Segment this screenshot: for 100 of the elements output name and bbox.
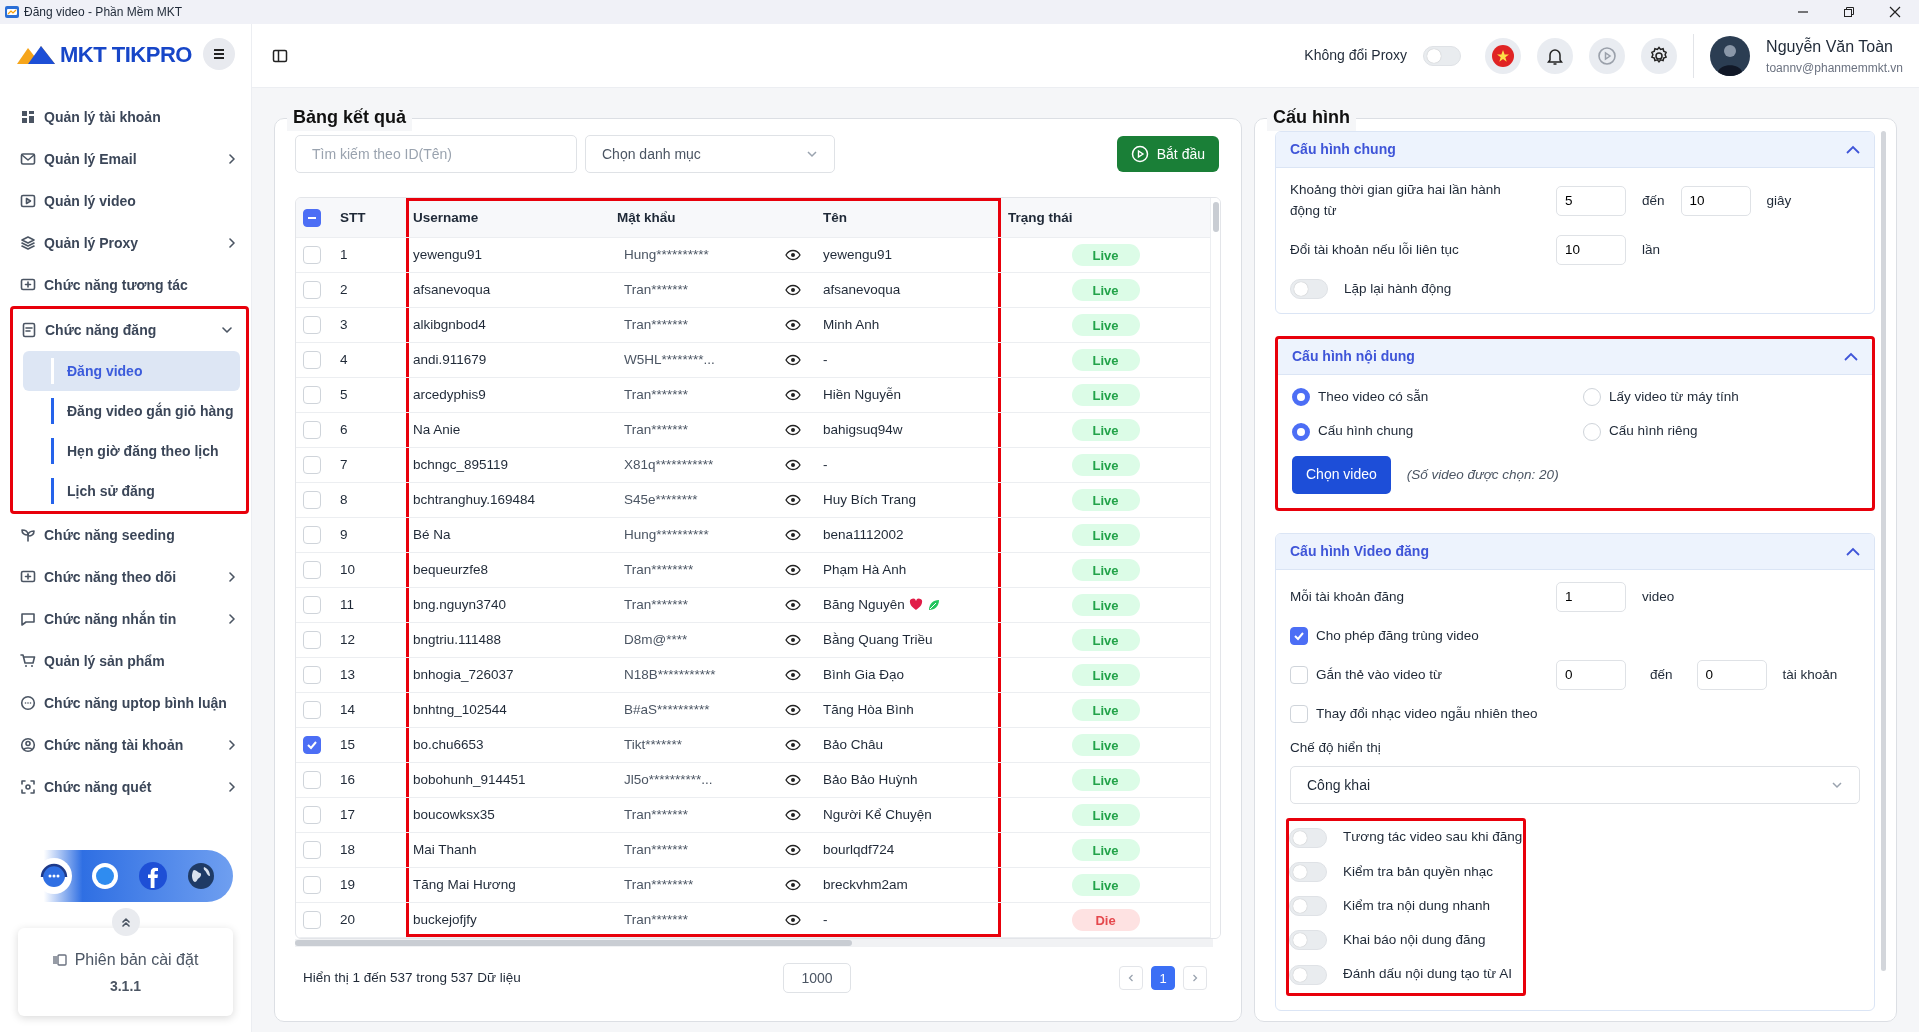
sidebar-item[interactable]: Chức năng tương tác <box>0 264 251 306</box>
eye-icon[interactable] <box>785 879 801 892</box>
eye-icon[interactable] <box>785 844 801 857</box>
toggle-switch[interactable] <box>1289 896 1327 916</box>
play-button[interactable] <box>1589 37 1626 74</box>
toggle-switch[interactable] <box>1290 279 1328 299</box>
eye-icon[interactable] <box>785 249 801 262</box>
accordion-header[interactable]: Cấu hình Video đăng <box>1276 533 1874 570</box>
status-badge: Live <box>1071 384 1140 407</box>
sidebar-item[interactable]: Chức năng đăng <box>13 309 246 351</box>
sidebar-item[interactable]: Quản lý video <box>0 180 251 222</box>
status-badge: Live <box>1071 734 1140 757</box>
status-badge: Live <box>1071 839 1140 862</box>
table-cell-text: Bảo Châu <box>823 736 884 755</box>
choose-video-button[interactable]: Chọn video <box>1292 455 1391 494</box>
category-select[interactable]: Chọn danh mục <box>585 135 835 174</box>
check-icon <box>306 739 318 752</box>
status-badge: Die <box>1071 909 1140 932</box>
radio-button[interactable] <box>1292 422 1310 441</box>
eye-icon[interactable] <box>785 284 801 297</box>
toggle-switch[interactable] <box>1289 861 1327 882</box>
submenu-item[interactable]: Lịch sử đăng <box>23 471 240 511</box>
chevron-left-icon <box>1127 974 1135 983</box>
menu-button[interactable] <box>203 38 235 70</box>
number-field[interactable]: 5 <box>1556 185 1626 216</box>
eye-icon[interactable] <box>785 319 801 332</box>
sidebar-item[interactable]: Quản lý Email <box>0 138 251 180</box>
table-cell-text: bourlqdf724 <box>823 841 895 860</box>
version-number: 3.1.1 <box>109 976 142 996</box>
eye-icon[interactable] <box>785 704 801 717</box>
sidebar-item[interactable]: Chức năng quét <box>0 766 251 808</box>
visibility-select[interactable]: Công khai <box>1290 766 1860 805</box>
number-field[interactable]: 10 <box>1680 185 1751 216</box>
submenu-item[interactable]: Đăng video <box>23 351 240 391</box>
number-field[interactable]: 0 <box>1556 659 1626 690</box>
flag-button[interactable] <box>1485 37 1522 74</box>
eye-icon[interactable] <box>785 564 801 577</box>
radio-label: Cấu hình chung <box>1318 422 1414 441</box>
checkbox[interactable] <box>1290 626 1308 645</box>
sidebar-item[interactable]: Quản lý sản phẩm <box>0 640 251 682</box>
password-text: W5HL********... <box>624 351 716 370</box>
panel-title: Bảng kết quả <box>287 106 413 132</box>
eye-icon[interactable] <box>785 424 801 437</box>
collapse-button[interactable] <box>111 908 140 936</box>
select-all-checkbox[interactable] <box>303 208 321 227</box>
eye-icon[interactable] <box>785 389 801 402</box>
page-button[interactable]: 1 <box>1151 966 1175 991</box>
eye-icon[interactable] <box>785 529 801 542</box>
checkbox-label: Thay đổi nhạc video ngẫu nhiên theo <box>1316 704 1538 723</box>
status-badge: Live <box>1071 769 1140 792</box>
accordion-header[interactable]: Cấu hình chung <box>1276 132 1874 169</box>
submenu-item[interactable]: Đăng video gắn giỏ hàng <box>23 391 240 431</box>
bell-button[interactable] <box>1537 37 1574 74</box>
table-cell: bnhtng_102544 <box>406 693 610 729</box>
sidebar-item[interactable]: Quản lý Proxy <box>0 222 251 264</box>
eye-icon[interactable] <box>785 669 801 682</box>
number-field[interactable]: 0 <box>1696 659 1767 690</box>
toggle-switch[interactable] <box>1289 964 1327 985</box>
eye-icon[interactable] <box>785 739 801 752</box>
radio-button[interactable] <box>1292 388 1310 407</box>
page-size-field[interactable]: 1000 <box>783 963 851 994</box>
status-badge: Live <box>1071 454 1140 477</box>
sidebar-item[interactable]: Chức năng uptop bình luận <box>0 682 251 724</box>
sidebar-item[interactable]: Chức năng theo dõi <box>0 556 251 598</box>
sidebar-item[interactable]: Chức năng nhắn tin <box>0 598 251 640</box>
column-header: Tên <box>816 198 1001 239</box>
number-field[interactable]: 10 <box>1556 234 1626 265</box>
eye-icon[interactable] <box>785 459 801 472</box>
checkbox-label: Gắn thẻ vào video từ <box>1316 665 1443 684</box>
sidebar-item[interactable]: Quản lý tài khoản <box>0 96 251 138</box>
close-icon[interactable] <box>1889 6 1901 18</box>
facebook-icon[interactable] <box>137 861 168 891</box>
eye-icon[interactable] <box>785 494 801 507</box>
proxy-toggle[interactable] <box>1423 45 1462 66</box>
maximize-icon[interactable] <box>1843 6 1855 18</box>
eye-icon[interactable] <box>785 354 801 367</box>
sidebar-item[interactable]: Chức năng tài khoản <box>0 724 251 766</box>
number-field[interactable]: 1 <box>1556 581 1626 612</box>
table-cell-text: Băng Nguyên <box>823 596 905 615</box>
table-cell: Mai Thanh <box>406 833 610 869</box>
status-badge: Live <box>1071 874 1140 897</box>
submenu-item[interactable]: Hẹn giờ đăng theo lịch <box>23 431 240 471</box>
accordion-header[interactable]: Cấu hình nội dung <box>1278 339 1872 376</box>
eye-icon[interactable] <box>785 774 801 787</box>
globe-icon[interactable] <box>185 861 216 891</box>
search-field[interactable]: Tìm kiếm theo ID(Tên) <box>295 135 577 174</box>
chat-plus-icon <box>20 569 36 585</box>
sidebar-toggle-icon[interactable] <box>272 47 288 64</box>
password-text: B#aS********** <box>624 701 711 720</box>
eye-icon[interactable] <box>785 634 801 647</box>
status-badge: Live <box>1071 629 1140 652</box>
eye-icon[interactable] <box>785 914 801 927</box>
sidebar-item[interactable]: Chức năng seeding <box>0 514 251 556</box>
row-checkbox[interactable] <box>303 736 321 755</box>
eye-icon[interactable] <box>785 809 801 822</box>
settings-button[interactable] <box>1641 37 1678 74</box>
toggle-switch[interactable] <box>1289 827 1327 848</box>
start-button[interactable]: Bắt đầu <box>1116 136 1219 173</box>
eye-icon[interactable] <box>785 599 801 612</box>
toggle-switch[interactable] <box>1289 930 1327 951</box>
